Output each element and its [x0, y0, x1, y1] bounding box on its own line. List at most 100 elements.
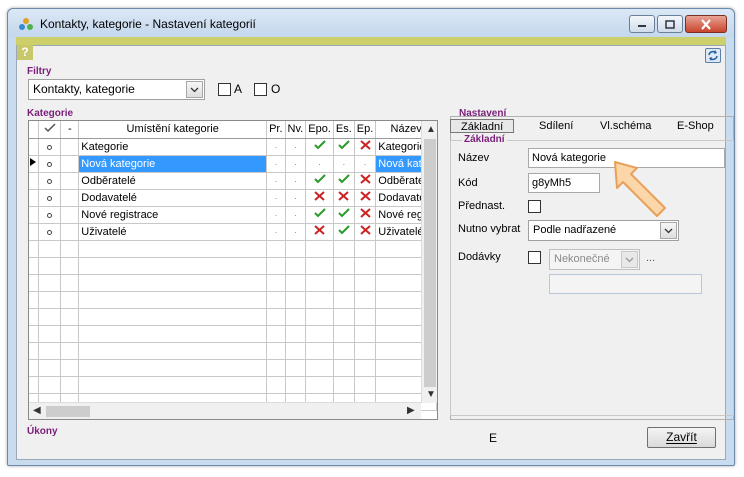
dodavky-combo[interactable]: Nekonečné — [549, 249, 640, 270]
chevron-right-icon[interactable]: ▶ — [407, 405, 415, 416]
row-nv-cell[interactable]: · — [285, 172, 307, 190]
table-row[interactable]: Odběratelé · · Odběratelé — [29, 172, 437, 190]
row-state-cell[interactable] — [38, 138, 62, 156]
minimize-button[interactable] — [629, 15, 655, 33]
row-state-cell[interactable] — [38, 189, 62, 207]
empty-cell — [38, 359, 62, 377]
row-es-cell[interactable] — [333, 172, 355, 190]
row-es-cell[interactable] — [333, 223, 355, 241]
filter-check-o[interactable] — [254, 83, 267, 96]
row-pr-cell[interactable]: · — [266, 206, 286, 224]
table-row[interactable]: Kategorie · · Kategorie — [29, 138, 437, 156]
row-minus-cell[interactable] — [60, 206, 80, 224]
row-nv-cell[interactable]: · — [285, 155, 307, 173]
row-minus-cell[interactable] — [60, 223, 80, 241]
dodavky-ellipsis-button[interactable]: ... — [646, 252, 655, 264]
filter-combo-arrow[interactable] — [186, 81, 203, 98]
row-epo-cell[interactable]: · — [305, 155, 334, 173]
row-nv-cell[interactable]: · — [285, 189, 307, 207]
refresh-button[interactable] — [705, 48, 721, 63]
row-name-cell[interactable]: Uživatelé — [78, 223, 268, 241]
nutno-vybrat-arrow[interactable] — [660, 222, 677, 239]
row-ep-cell[interactable] — [354, 172, 377, 190]
row-marker — [29, 223, 40, 241]
row-state-cell[interactable] — [38, 172, 62, 190]
column-header-pr[interactable]: Pr. — [266, 121, 286, 139]
column-header-es[interactable]: Es. — [333, 121, 355, 139]
row-name-cell[interactable]: Odběratelé — [78, 172, 268, 190]
help-button[interactable]: ? — [17, 45, 33, 60]
kod-input[interactable]: g8yMh5 — [528, 173, 600, 193]
maximize-button[interactable] — [657, 15, 683, 33]
chevron-up-icon[interactable]: ▲ — [426, 124, 436, 135]
tab-eshop[interactable]: E-Shop — [677, 119, 714, 133]
row-minus-cell[interactable] — [60, 172, 80, 190]
row-nv-cell[interactable]: · — [285, 138, 307, 156]
table-row[interactable]: Nové registrace · · Nové regis — [29, 206, 437, 224]
empty-cell — [305, 308, 334, 326]
grid-hscroll-thumb[interactable] — [46, 406, 90, 417]
column-header-epo[interactable]: Epo. — [305, 121, 334, 139]
dodavky-arrow[interactable] — [621, 251, 638, 268]
row-pr-cell[interactable]: · — [266, 138, 286, 156]
close-button[interactable]: Zavřít — [647, 427, 716, 448]
row-pr-cell[interactable]: · — [266, 155, 286, 173]
dodavky-checkbox[interactable] — [528, 251, 541, 264]
row-es-cell[interactable]: · — [333, 155, 355, 173]
tab-vlschema[interactable]: Vl.schéma — [600, 119, 651, 133]
close-window-button[interactable] — [685, 15, 727, 33]
row-state-cell[interactable] — [38, 206, 62, 224]
header-check[interactable] — [38, 121, 62, 139]
prednast-checkbox[interactable] — [528, 200, 541, 213]
title-bar[interactable]: Kontakty, kategorie - Nastavení kategori… — [8, 9, 734, 37]
filter-check-a[interactable] — [218, 83, 231, 96]
row-minus-cell[interactable] — [60, 155, 80, 173]
chevron-down-icon — [190, 87, 199, 93]
row-minus-cell[interactable] — [60, 138, 80, 156]
chevron-left-icon[interactable]: ◀ — [33, 405, 41, 416]
row-epo-cell[interactable] — [305, 172, 334, 190]
column-header-nv[interactable]: Nv. — [285, 121, 307, 139]
table-row[interactable]: Nová kategorie · · · · · Nová kateg — [29, 155, 437, 173]
row-ep-cell[interactable] — [354, 206, 377, 224]
tab-sdileni[interactable]: Sdílení — [539, 119, 573, 133]
column-header-ep[interactable]: Ep. — [354, 121, 377, 139]
row-ep-cell[interactable] — [354, 223, 377, 241]
grid-vscroll-thumb[interactable] — [424, 139, 436, 387]
chevron-down-icon[interactable]: ▼ — [426, 389, 436, 400]
row-es-cell[interactable] — [333, 206, 355, 224]
row-ep-cell[interactable] — [354, 138, 377, 156]
row-es-cell[interactable] — [333, 189, 355, 207]
column-header-umisteni[interactable]: Umístění kategorie — [78, 121, 268, 139]
row-epo-cell[interactable] — [305, 189, 334, 207]
row-pr-cell[interactable]: · — [266, 189, 286, 207]
row-ep-cell[interactable]: · — [354, 155, 377, 173]
nutno-vybrat-combo[interactable]: Podle nadřazené — [528, 220, 679, 241]
row-nv-cell[interactable]: · — [285, 206, 307, 224]
filter-combo[interactable]: Kontakty, kategorie — [28, 79, 205, 100]
column-header-minus[interactable]: - — [60, 121, 80, 139]
categories-grid[interactable]: - Umístění kategorie Pr. Nv. Epo. Es. Ep… — [28, 120, 438, 420]
tab-zakladni[interactable]: Základní — [450, 119, 515, 133]
row-epo-cell[interactable] — [305, 223, 334, 241]
row-state-cell[interactable] — [38, 155, 62, 173]
check-icon — [338, 208, 350, 218]
table-row[interactable]: Uživatelé · · Uživatelé — [29, 223, 437, 241]
row-minus-cell[interactable] — [60, 189, 80, 207]
cross-icon — [314, 191, 325, 201]
row-name-cell[interactable]: Dodavatelé — [78, 189, 268, 207]
grid-horizontal-scrollbar[interactable]: ◀ ▶ — [29, 402, 421, 419]
row-epo-cell[interactable] — [305, 206, 334, 224]
row-es-cell[interactable] — [333, 138, 355, 156]
row-name-cell[interactable]: Nová kategorie — [78, 155, 268, 173]
row-name-cell[interactable]: Kategorie — [78, 138, 268, 156]
row-ep-cell[interactable] — [354, 189, 377, 207]
row-nv-cell[interactable]: · — [285, 223, 307, 241]
table-row[interactable]: Dodavatelé · · Dodavatelé — [29, 189, 437, 207]
row-pr-cell[interactable]: · — [266, 172, 286, 190]
row-state-cell[interactable] — [38, 223, 62, 241]
row-name-cell[interactable]: Nové registrace — [78, 206, 268, 224]
grid-vertical-scrollbar[interactable]: ▲ ▼ — [421, 121, 437, 403]
row-pr-cell[interactable]: · — [266, 223, 286, 241]
row-epo-cell[interactable] — [305, 138, 334, 156]
